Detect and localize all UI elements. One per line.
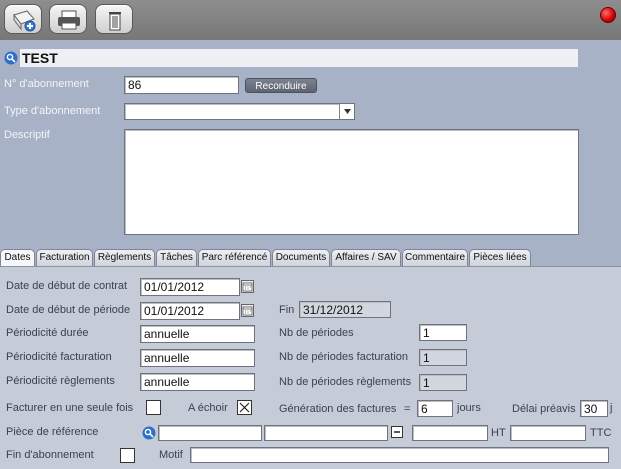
periodicity-payment-label: Périodicité règlements <box>6 375 115 387</box>
notice-days-input[interactable]: 30 <box>580 400 608 417</box>
nb-periods-input[interactable]: 1 <box>419 324 467 341</box>
description-label: Descriptif <box>4 129 50 141</box>
reference-ht-input[interactable] <box>412 425 488 441</box>
tab-commentaire[interactable]: Commentaire <box>402 249 468 266</box>
end-subscription-checkbox[interactable] <box>120 448 135 463</box>
subscription-number-label: N° d'abonnement <box>4 78 89 90</box>
period-start-label: Date de début de période <box>6 304 131 316</box>
periodicity-duration-label: Périodicité durée <box>6 327 89 339</box>
reference-ttc-input[interactable] <box>510 425 586 441</box>
periodicity-payment-input[interactable]: annuelle <box>140 373 255 391</box>
trash-icon <box>109 12 121 31</box>
periodicity-billing-input[interactable]: annuelle <box>140 349 255 367</box>
clear-reference-button[interactable] <box>391 426 403 438</box>
reference-label: Pièce de référence <box>6 426 99 438</box>
periodicity-duration-input[interactable]: annuelle <box>140 325 255 343</box>
periodicity-billing-label: Périodicité facturation <box>6 351 112 363</box>
tab-taches[interactable]: Tâches <box>156 249 197 266</box>
tab-pieces-liees[interactable]: Pièces liées <box>469 249 531 266</box>
print-button[interactable] <box>49 4 87 34</box>
tab-affaires-sav[interactable]: Affaires / SAV <box>331 249 401 266</box>
tab-reglements[interactable]: Règlements <box>94 249 155 266</box>
reference-code-input[interactable] <box>158 425 262 441</box>
tab-dates[interactable]: Dates <box>0 249 35 267</box>
nb-periods-label: Nb de périodes <box>279 327 354 339</box>
period-start-input[interactable]: 01/01/2012 <box>140 302 240 320</box>
delete-button[interactable] <box>95 4 133 34</box>
generation-label: Génération des factures <box>279 403 397 415</box>
tab-parc-reference[interactable]: Parc référencé <box>198 249 271 266</box>
add-document-icon <box>13 10 36 32</box>
contract-start-label: Date de début de contrat <box>6 280 128 292</box>
end-subscription-label: Fin d'abonnement <box>6 449 94 461</box>
contract-start-input[interactable]: 01/01/2012 <box>140 278 240 296</box>
single-invoice-checkbox[interactable] <box>146 400 161 415</box>
reconduire-button[interactable]: Reconduire <box>245 78 317 93</box>
nb-periods-billing-label: Nb de périodes facturation <box>279 351 409 363</box>
dropdown-button[interactable] <box>339 104 354 119</box>
chevron-down-icon <box>344 109 351 114</box>
end-date-field: 31/12/2012 <box>299 301 391 318</box>
single-invoice-label: Facturer en une seule fois <box>6 402 134 414</box>
generation-unit: jours <box>457 402 481 414</box>
generation-equals: = <box>404 403 411 415</box>
add-record-button[interactable] <box>4 4 42 34</box>
tab-facturation[interactable]: Facturation <box>36 249 93 266</box>
generation-days-input[interactable]: 6 <box>417 400 453 417</box>
description-textarea[interactable] <box>124 129 579 235</box>
nb-periods-payment-label: Nb de périodes règlements <box>279 376 412 388</box>
nb-periods-payment-field: 1 <box>419 374 467 391</box>
a-echoir-label: A échoir <box>188 402 228 414</box>
status-indicator <box>600 7 616 23</box>
calendar-icon[interactable] <box>241 280 254 293</box>
minus-icon <box>394 431 400 433</box>
toolbar <box>0 0 621 40</box>
printer-icon <box>58 10 80 30</box>
subscription-type-label: Type d'abonnement <box>4 105 101 117</box>
nb-periods-billing-field: 1 <box>419 349 467 366</box>
a-echoir-checkbox[interactable] <box>237 400 252 415</box>
record-title: TEST <box>20 49 578 67</box>
end-label: Fin <box>279 304 295 316</box>
calendar-icon[interactable] <box>241 304 254 317</box>
notice-label: Délai préavis <box>512 403 576 415</box>
subscription-number-input[interactable]: 86 <box>124 76 239 94</box>
ht-label: HT <box>491 427 506 439</box>
tab-documents[interactable]: Documents <box>272 249 330 266</box>
reference-name-input[interactable] <box>264 425 388 441</box>
ttc-label: TTC <box>590 427 612 439</box>
search-icon[interactable] <box>142 426 156 440</box>
subscription-type-select[interactable] <box>124 103 355 120</box>
notice-unit: j <box>610 402 613 414</box>
search-icon[interactable] <box>4 51 18 65</box>
motif-label: Motif <box>159 449 183 461</box>
motif-input[interactable] <box>190 447 609 463</box>
checkmark-icon <box>239 402 250 413</box>
